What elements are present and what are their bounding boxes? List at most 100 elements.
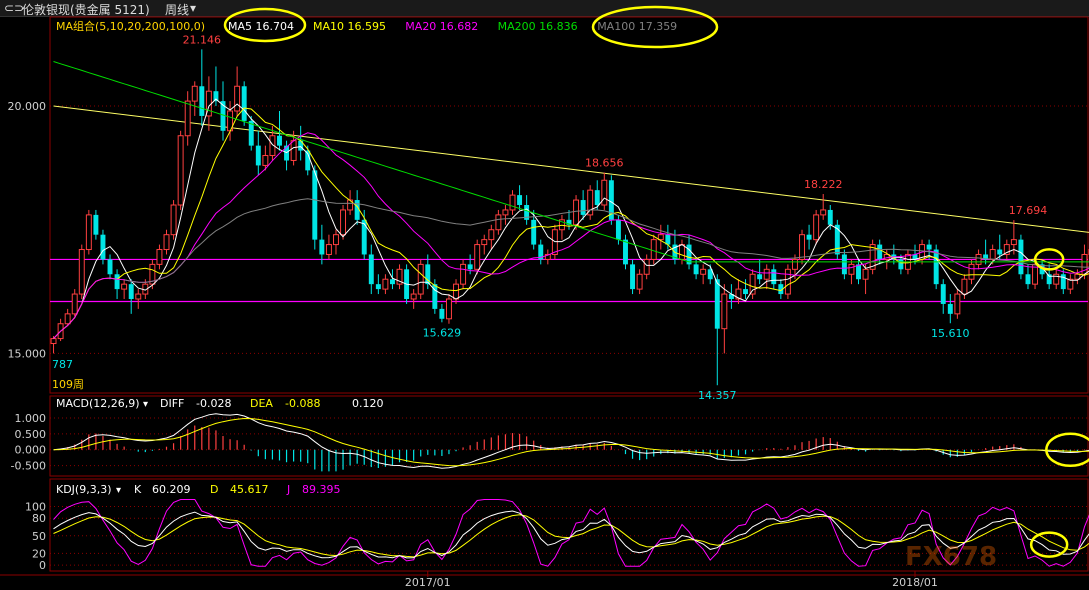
candle-body <box>121 283 128 290</box>
y-tick-label: 50 <box>32 530 46 543</box>
candle-body <box>460 263 467 285</box>
candle-body <box>721 293 728 330</box>
candle-body <box>375 284 381 290</box>
candle-body <box>71 293 78 315</box>
candle-body <box>954 293 961 315</box>
candle-body <box>333 234 339 246</box>
candle-body <box>763 268 770 280</box>
candle-body <box>615 219 621 240</box>
y-tick-label: 20.000 <box>8 100 47 113</box>
candle-body <box>50 338 57 345</box>
candle-body <box>623 239 628 265</box>
candle-body <box>474 244 481 270</box>
candle-body <box>100 234 106 260</box>
watermark-logo: FX678 <box>905 542 997 572</box>
chevron-down-icon[interactable]: ▾ <box>143 399 148 410</box>
candle-body <box>439 308 445 319</box>
y-tick-label: 1.000 <box>15 412 47 425</box>
price-annotation: 15.629 <box>423 326 462 339</box>
kdj-title[interactable]: KDJ(9,3,3) <box>56 483 112 496</box>
candle-body <box>78 249 85 295</box>
candle-body <box>947 303 953 314</box>
chevron-down-icon[interactable]: ▾ <box>116 485 121 496</box>
candle-body <box>1025 274 1031 285</box>
candle-body <box>997 249 1003 255</box>
macd-value: 0.120 <box>352 397 384 410</box>
candle-body <box>1010 239 1017 246</box>
candle-body <box>361 219 367 255</box>
candle-body <box>657 234 664 241</box>
candle-body <box>325 244 332 255</box>
candle-body <box>114 274 120 290</box>
candle-body <box>989 249 996 260</box>
candle-body <box>877 244 883 260</box>
candle-body <box>898 259 904 270</box>
ma20-line <box>53 132 1089 339</box>
candle-body <box>799 234 805 260</box>
price-annotation: 14.357 <box>698 389 737 402</box>
candle-body <box>290 140 297 161</box>
macd-title[interactable]: MACD(12,26,9) <box>56 397 140 410</box>
candle-body <box>820 209 827 216</box>
j-value: 89.395 <box>302 483 341 496</box>
candle-body <box>968 263 975 280</box>
candle-body <box>495 214 502 231</box>
dea-value: -0.088 <box>285 397 320 410</box>
ma-legend: MA5 16.704 MA10 16.595 MA20 16.682 MA200 16… <box>228 20 677 33</box>
candle-body <box>650 239 657 260</box>
ma5-line <box>53 98 1089 339</box>
candle-body <box>961 278 968 295</box>
candle-body <box>933 249 939 285</box>
candle-body <box>170 204 177 236</box>
price-annotations: 21.146 18.656 18.222 17.694 15.629 14.357 15.6… <box>183 33 1048 402</box>
k-value: 60.209 <box>152 483 191 496</box>
y-tick-label: 15.000 <box>8 347 47 360</box>
y-tick-label: 0 <box>39 559 46 572</box>
candle-body <box>643 258 650 275</box>
highlight-ellipse <box>1029 531 1069 558</box>
candle-body <box>85 214 92 251</box>
candle-body <box>163 234 170 251</box>
candle-body <box>531 219 537 245</box>
candle-body <box>241 86 247 121</box>
candle-body <box>601 179 608 206</box>
candle-body <box>453 283 459 300</box>
highlight-circles <box>223 5 1089 558</box>
candle-body <box>319 239 325 255</box>
candle-body <box>93 214 99 235</box>
ma-legend-item: MA20 16.682 <box>405 20 478 33</box>
candle-body <box>382 278 389 290</box>
candle-body <box>445 298 452 320</box>
chart-canvas: 21.146 18.656 18.222 17.694 15.629 14.357 15.6… <box>0 5 1089 589</box>
candle-body <box>234 85 241 112</box>
candle-body <box>517 195 523 205</box>
candle-body <box>410 293 417 300</box>
candle-body <box>277 135 282 146</box>
candle-body <box>509 194 516 211</box>
candle-body <box>940 284 946 304</box>
price-annotation: 18.222 <box>804 178 843 191</box>
ma-legend-item: MA5 16.704 <box>228 20 294 33</box>
candle-body <box>340 209 347 236</box>
ma-legend-item: MA200 16.836 <box>498 20 578 33</box>
price-annotation: 18.656 <box>585 157 624 170</box>
chart-window: ⊂⊃ 伦敦银现(贵金属 5121) 周线 ▾ 21.146 18.656 18.22… <box>0 0 1089 590</box>
candle-body <box>743 289 749 295</box>
y-tick-label: -0.500 <box>11 460 46 473</box>
candle-body <box>630 264 636 290</box>
candle-body <box>107 259 113 275</box>
y-tick-label: 80 <box>32 512 46 525</box>
candle-body <box>389 279 395 285</box>
candle-body <box>312 170 318 240</box>
candle-body <box>806 234 812 240</box>
candle-body <box>856 264 861 280</box>
candle-body <box>551 229 558 255</box>
bar-count-label: 109周 <box>52 378 84 391</box>
candle-body <box>848 263 855 275</box>
candle-body <box>784 268 791 295</box>
diff-value: -0.028 <box>196 397 231 410</box>
candle-body <box>64 313 71 325</box>
candle-body <box>128 284 134 299</box>
ma-title: MA组合(5,10,20,200,100,0) <box>56 19 205 33</box>
candle-body <box>827 209 833 225</box>
